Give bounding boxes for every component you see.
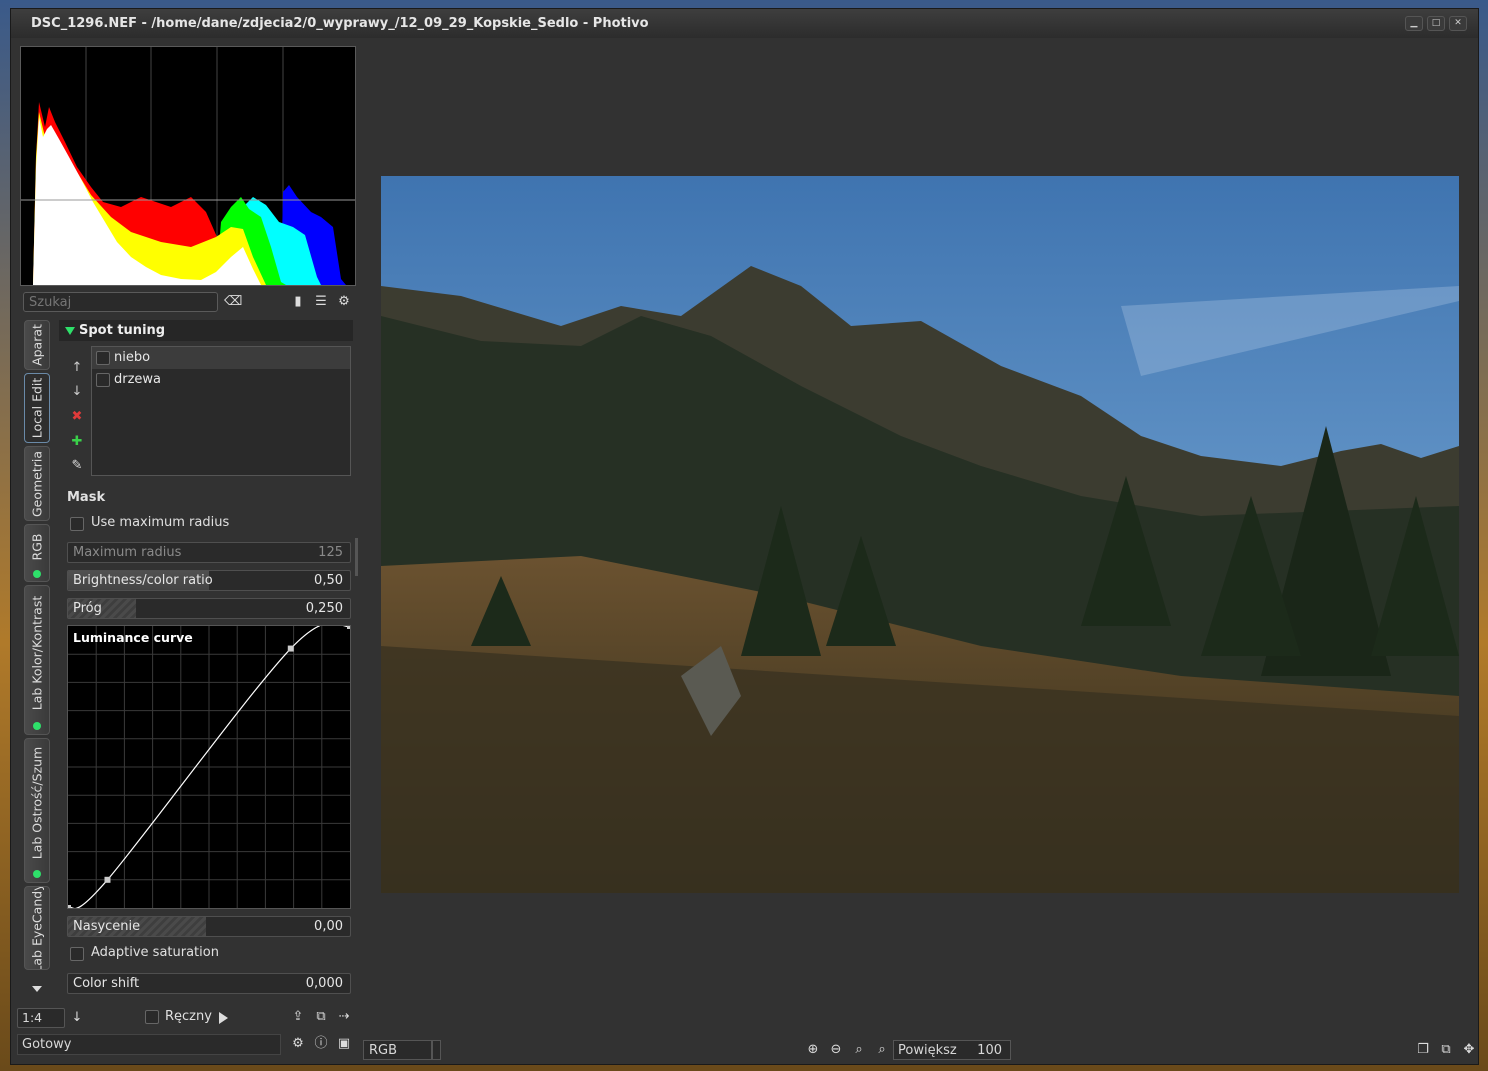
spot-checkbox[interactable] xyxy=(96,373,110,387)
tab-local-edit[interactable]: Local Edit xyxy=(24,373,50,443)
search-input[interactable] xyxy=(23,292,218,312)
move-up-icon[interactable]: ↑ xyxy=(69,360,85,376)
tab-geometria[interactable]: Geometria xyxy=(24,446,50,521)
max-radius-slider[interactable]: Maximum radius 125 xyxy=(67,542,351,563)
bottom-left-toolbar: 1:4 ↓ Ręczny ⇪ ⧉ ⇢ Gotowy ⚙ ⓘ ▣ xyxy=(11,976,361,1066)
vertical-tabs: Aparat Local Edit Geometria RGB Lab Kolo… xyxy=(24,320,51,1000)
curve-title: Luminance curve xyxy=(73,630,193,645)
compare-icon[interactable]: ⧉ xyxy=(1438,1042,1454,1058)
zoom-100-icon[interactable]: ⌕ xyxy=(874,1042,890,1058)
adaptive-saturation-label: Adaptive saturation xyxy=(91,945,219,960)
batch-icon[interactable]: ⧉ xyxy=(313,1009,329,1025)
layout-icon[interactable]: ▣ xyxy=(336,1036,352,1052)
delete-icon[interactable]: ✖ xyxy=(69,409,85,425)
threshold-slider[interactable]: Próg 0,250 xyxy=(67,598,351,619)
active-indicator-icon xyxy=(33,722,41,730)
export-icon[interactable]: ⇪ xyxy=(290,1009,306,1025)
manual-label: Ręczny xyxy=(165,1009,212,1024)
spot-list: niebo drzewa xyxy=(91,346,351,476)
curve-graph xyxy=(65,622,353,911)
mask-heading: Mask xyxy=(67,490,106,505)
zoom-label: Powiększ xyxy=(898,1043,957,1058)
histogram xyxy=(20,46,356,286)
fullscreen-icon[interactable]: ❐ xyxy=(1415,1042,1431,1058)
curve-node[interactable] xyxy=(347,623,353,629)
colorspace-select[interactable]: RGB xyxy=(363,1040,441,1060)
maximize-button[interactable]: □ xyxy=(1427,16,1445,31)
list-item[interactable]: niebo xyxy=(92,347,350,369)
bookmark-icon[interactable]: ▮ xyxy=(290,294,306,310)
clear-search-icon[interactable]: ⌫ xyxy=(224,294,242,310)
zoom-value: 100 xyxy=(977,1043,1002,1058)
play-icon[interactable] xyxy=(219,1012,228,1024)
move-down-icon[interactable]: ↓ xyxy=(69,384,85,400)
more-icon[interactable]: ⇢ xyxy=(336,1009,352,1025)
info-icon[interactable]: ⓘ xyxy=(313,1036,329,1052)
active-indicator-icon xyxy=(33,570,41,578)
title-bar: DSC_1296.NEF - /home/dane/zdjecia2/0_wyp… xyxy=(11,9,1478,38)
image-viewer[interactable] xyxy=(381,176,1459,893)
download-arrow-icon[interactable]: ↓ xyxy=(69,1010,85,1026)
zoom-field[interactable]: Powiększ 100 xyxy=(893,1040,1011,1060)
search-toolbar: ⌫ ▮ ☰ ⚙ xyxy=(23,292,358,314)
zoom-ratio-select[interactable]: 1:4 xyxy=(17,1008,65,1028)
tab-aparat[interactable]: Aparat xyxy=(24,320,50,370)
minimize-button[interactable]: ▁ xyxy=(1405,16,1423,31)
divider xyxy=(431,1040,433,1060)
zoom-fit-icon[interactable]: ⌕ xyxy=(851,1042,867,1058)
curve-node[interactable] xyxy=(65,905,71,911)
manual-checkbox[interactable] xyxy=(145,1010,159,1024)
expand-arrow-icon xyxy=(65,327,75,335)
zoom-in-icon[interactable]: ⊕ xyxy=(805,1042,821,1058)
bottom-right-toolbar: RGB ⊕ ⊖ ⌕ ⌕ Powiększ 100 ❐ ⧉ ✥ xyxy=(361,1034,1479,1066)
status-bar: Gotowy xyxy=(17,1034,281,1055)
tab-lab-ostrosc-szum[interactable]: Lab Ostrość/Szum xyxy=(24,738,50,883)
use-max-radius-label: Use maximum radius xyxy=(91,515,230,530)
app-window: DSC_1296.NEF - /home/dane/zdjecia2/0_wyp… xyxy=(10,8,1479,1065)
curve-node[interactable] xyxy=(104,876,111,883)
curve-node[interactable] xyxy=(287,645,294,652)
fit-window-icon[interactable]: ✥ xyxy=(1461,1042,1477,1058)
menu-icon[interactable]: ☰ xyxy=(313,294,329,310)
tab-lab-eyecandy[interactable]: Lab EyeCandy xyxy=(24,886,50,970)
spot-checkbox[interactable] xyxy=(96,351,110,365)
window-title: DSC_1296.NEF - /home/dane/zdjecia2/0_wyp… xyxy=(31,16,649,31)
adaptive-saturation-checkbox[interactable] xyxy=(70,947,84,961)
tab-rgb[interactable]: RGB xyxy=(24,524,50,582)
zoom-out-icon[interactable]: ⊖ xyxy=(828,1042,844,1058)
tab-lab-kolor-kontrast[interactable]: Lab Kolor/Kontrast xyxy=(24,585,50,735)
settings-icon[interactable]: ⚙ xyxy=(290,1036,306,1052)
gear-icon[interactable]: ⚙ xyxy=(336,294,352,310)
brightness-ratio-slider[interactable]: Brightness/color ratio 0,50 xyxy=(67,570,351,591)
close-button[interactable]: ✕ xyxy=(1449,16,1467,31)
histogram-graph xyxy=(21,47,355,285)
section-header[interactable]: Spot tuning xyxy=(59,320,353,341)
photo-preview xyxy=(381,176,1459,893)
use-max-radius-checkbox[interactable] xyxy=(70,517,84,531)
luminance-curve-editor[interactable]: Luminance curve xyxy=(65,622,353,911)
spot-tuning-panel: Spot tuning ↑ ↓ ✖ ✚ ✎ niebo drzewa Mask … xyxy=(59,320,358,1010)
edit-tool-icon[interactable]: ✎ xyxy=(69,458,85,474)
scrollbar[interactable] xyxy=(355,538,358,576)
active-indicator-icon xyxy=(33,870,41,878)
add-icon[interactable]: ✚ xyxy=(69,434,85,450)
left-panel: ⌫ ▮ ☰ ⚙ Aparat Local Edit Geometria RGB … xyxy=(11,38,361,1066)
list-item[interactable]: drzewa xyxy=(92,369,350,391)
saturation-slider[interactable]: Nasycenie 0,00 xyxy=(67,916,351,937)
